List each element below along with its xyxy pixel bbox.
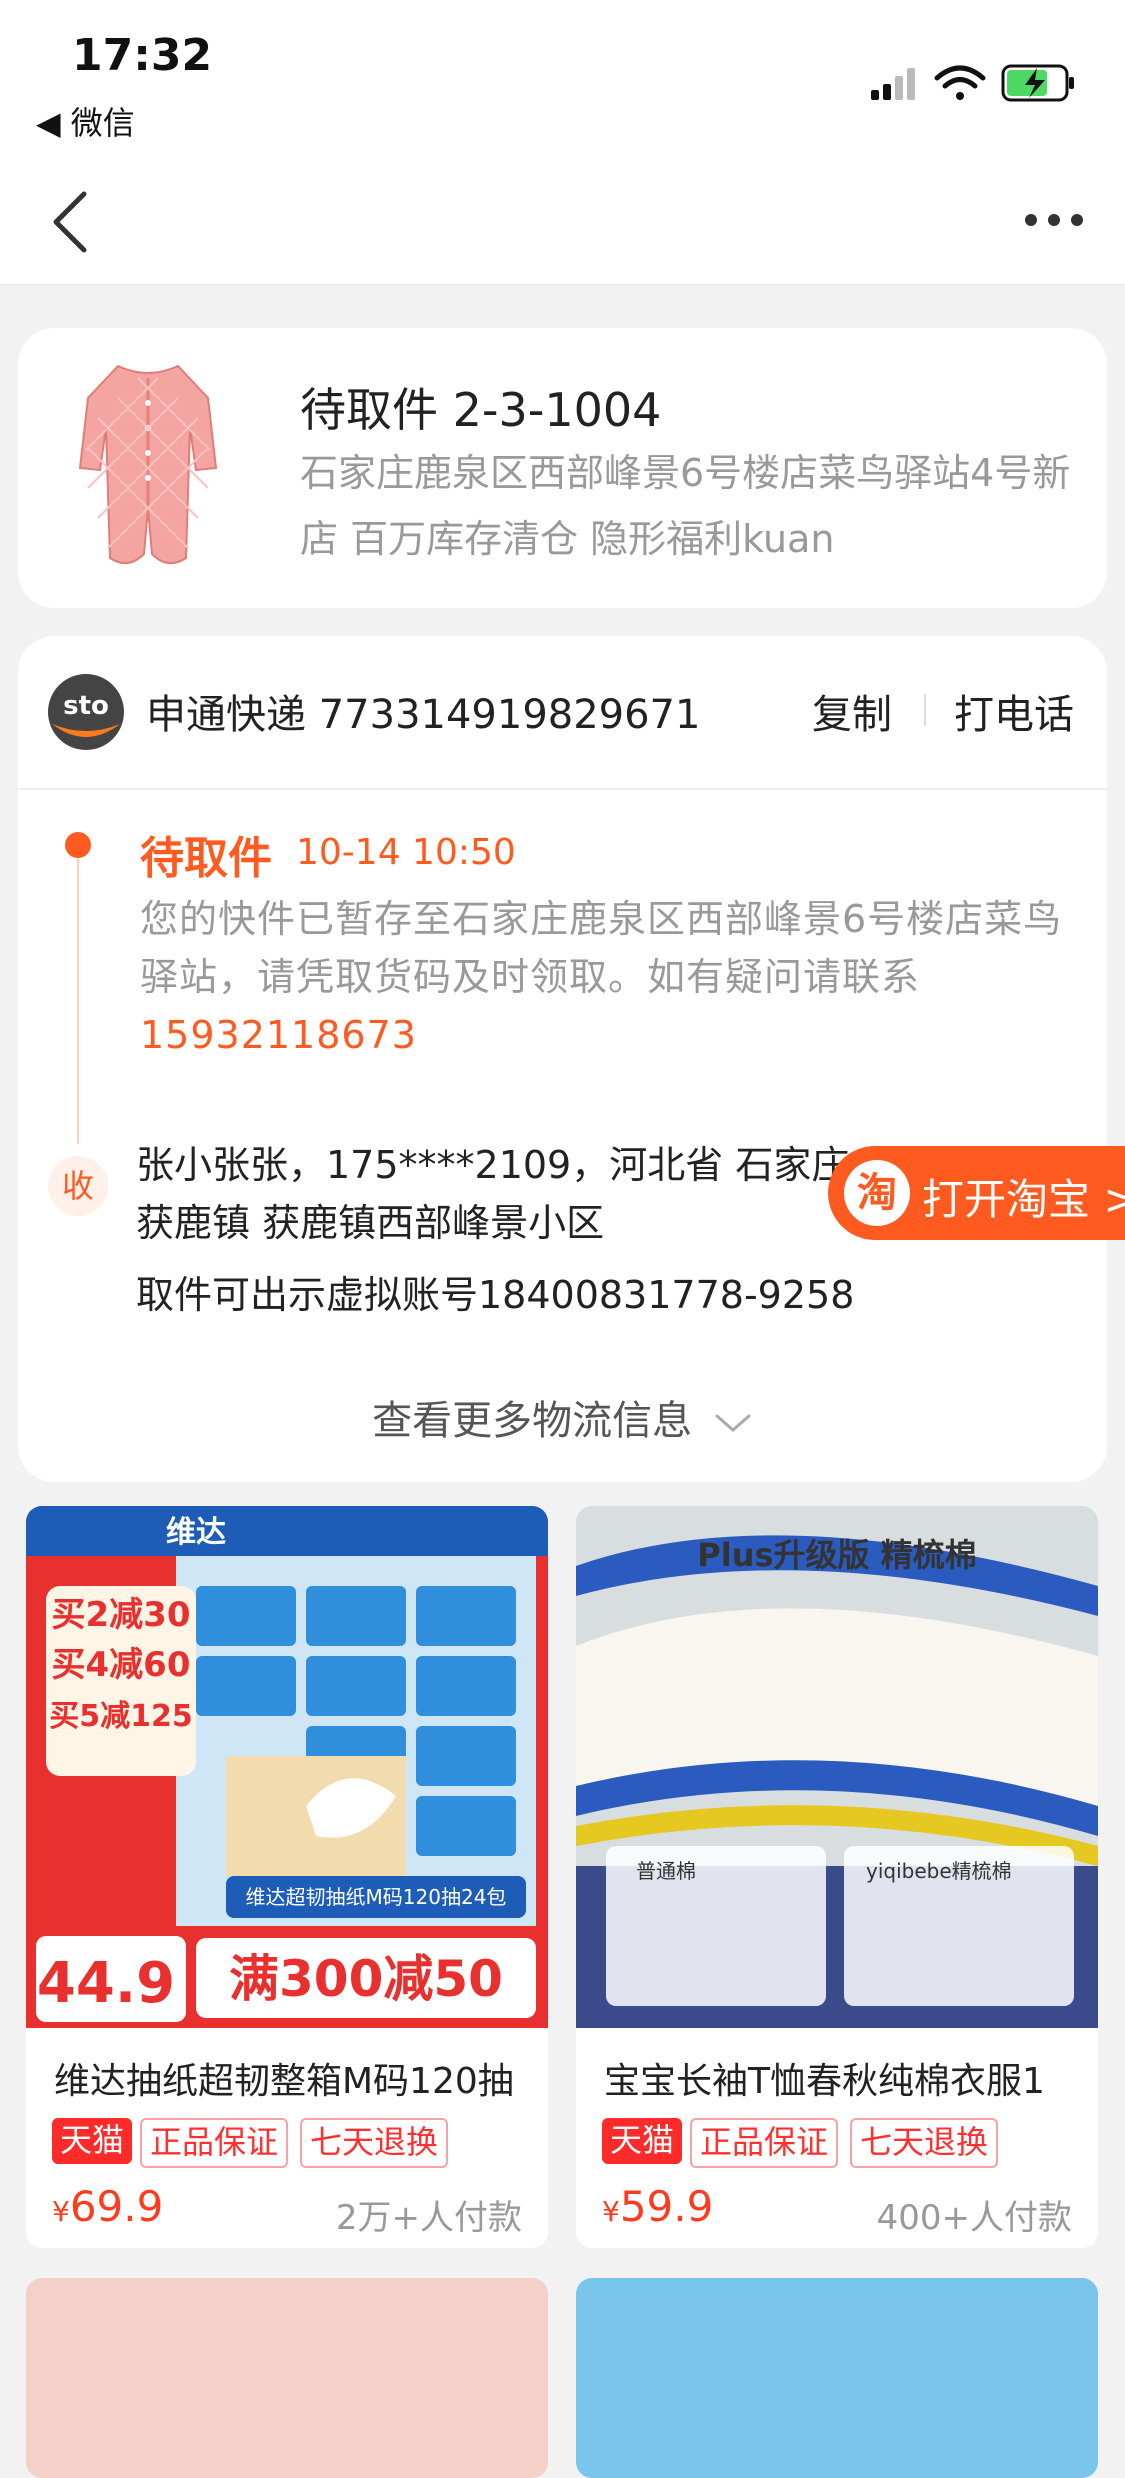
price-symbol: ¥ (52, 2195, 70, 2228)
tracking-description: 您的快件已暂存至石家庄鹿泉区西部峰景6号楼店菜鸟驿站，请凭取货码及时领取。如有疑… (140, 890, 1090, 1064)
tracking-status-time: 10-14 10:50 (296, 832, 516, 873)
status-time: 17:32 (72, 30, 213, 81)
product-price: ¥59.9 (602, 2182, 713, 2231)
paid-count: 400+人付款 (876, 2198, 1072, 2238)
genuine-tag: 正品保证 (690, 2118, 839, 2168)
more-logistics-button[interactable]: 查看更多物流信息 (18, 1388, 1107, 1446)
product-image-tissue: 买2减30 买4减60 买5减125 维达 维达超韧抽纸M码120抽24包 44… (26, 1506, 548, 2028)
return-tag: 七天退换 (850, 2118, 999, 2168)
nav-bar (0, 160, 1125, 285)
battery-charging-icon (1001, 64, 1074, 102)
package-title: 待取件 2-3-1004 (300, 383, 662, 437)
baby-romper-thumbnail (78, 364, 218, 565)
carrier-name: 申通快递 (146, 692, 306, 738)
system-status-icons (871, 64, 1074, 102)
promo-3: 买5减125 (49, 1699, 193, 1734)
regular-cotton-label: 普通棉 (636, 1859, 696, 1883)
logistics-card: sto 申通快递 773314919829671 复制 打电话 待取件 10-1… (18, 636, 1107, 1482)
tshirt-headline: Plus升级版 精梳棉 (697, 1536, 976, 1574)
tracking-status: 待取件 (140, 833, 272, 884)
wifi-icon (934, 65, 986, 100)
return-tag: 七天退换 (300, 2118, 449, 2168)
status-bar: 17:32 ◀ 微信 (0, 0, 1125, 160)
price-symbol: ¥ (602, 2195, 620, 2228)
product-card-partial[interactable] (26, 2278, 548, 2478)
tracking-description-text: 您的快件已暂存至石家庄鹿泉区西部峰景6号楼店菜鸟驿站，请凭取货码及时领取。如有疑… (140, 897, 1063, 999)
signal-icon (871, 68, 915, 100)
product-card[interactable]: Plus升级版 精梳棉 普通棉 yiqibebe精梳棉 宝宝长袖T恤春秋纯棉衣服… (576, 1506, 1098, 2248)
svg-text:sto: sto (63, 691, 109, 721)
receiver-badge: 收 (48, 1156, 108, 1216)
promo-1: 买2减30 (52, 1595, 191, 1635)
paid-count: 2万+人付款 (335, 2198, 522, 2238)
open-taobao-button[interactable]: 淘 打开淘宝 > (828, 1146, 1125, 1240)
carrier-tracking: 申通快递 773314919829671 (146, 682, 700, 740)
package-card[interactable]: 待取件 2-3-1004 石家庄鹿泉区西部峰景6号楼店菜鸟驿站4号新店 百万库存… (18, 328, 1107, 608)
tmall-tag: 天猫 (52, 2118, 133, 2164)
virtual-account: 取件可出示虚拟账号18400831778-9258 (136, 1273, 855, 1317)
pack-spec: 维达超韧抽纸M码120抽24包 (246, 1885, 507, 1909)
copy-button[interactable]: 复制 (812, 682, 892, 740)
price-value: 59.9 (619, 2182, 714, 2231)
combed-cotton-label: yiqibebe精梳棉 (866, 1859, 1012, 1883)
product-title: 维达抽纸超韧整箱M码120抽 (54, 2061, 514, 2102)
back-to-wechat-link[interactable]: ◀ 微信 (36, 98, 135, 144)
product-price: ¥69.9 (52, 2182, 163, 2231)
promo-2: 买4减60 (52, 1645, 191, 1685)
sto-express-logo: sto (48, 674, 124, 750)
timeline-line (77, 858, 79, 1144)
divider (18, 788, 1107, 790)
divider (924, 694, 926, 726)
tracking-number: 773314919829671 (318, 692, 701, 738)
more-options-icon[interactable] (1019, 200, 1089, 240)
genuine-tag: 正品保证 (140, 2118, 289, 2168)
taobao-icon: 淘 (844, 1160, 910, 1226)
back-arrow-icon[interactable] (44, 184, 104, 260)
unit-price: 44.9 (37, 1951, 175, 2016)
more-logistics-label: 查看更多物流信息 (372, 1398, 693, 1444)
product-card-partial[interactable] (576, 2278, 1098, 2478)
product-image-tshirt: Plus升级版 精梳棉 普通棉 yiqibebe精梳棉 (576, 1506, 1098, 2028)
package-address: 石家庄鹿泉区西部峰景6号楼店菜鸟驿站4号新店 百万库存清仓 隐形福利kuan (300, 451, 1071, 561)
brand-text: 维达 (166, 1515, 226, 1550)
timeline-dot (65, 832, 91, 858)
tmall-tag: 天猫 (602, 2118, 683, 2164)
call-button[interactable]: 打电话 (954, 682, 1074, 740)
product-card[interactable]: 买2减30 买4减60 买5减125 维达 维达超韧抽纸M码120抽24包 44… (26, 1506, 548, 2248)
contact-phone-link[interactable]: 15932118673 (140, 1013, 417, 1057)
open-taobao-label: 打开淘宝 > (922, 1175, 1125, 1224)
price-value: 69.9 (69, 2182, 164, 2231)
product-title: 宝宝长袖T恤春秋纯棉衣服1 (604, 2061, 1045, 2102)
promo-bottom: 满300减50 (229, 1950, 503, 2008)
chevron-down-icon (715, 1414, 751, 1432)
